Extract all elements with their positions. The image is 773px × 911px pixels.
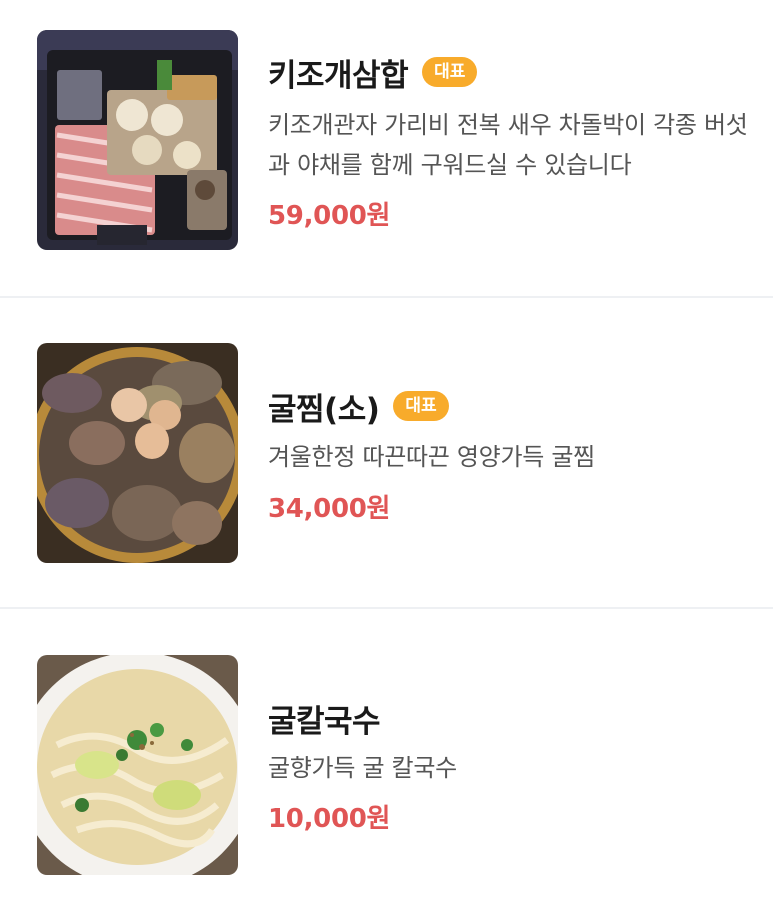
menu-item-name: 굴찜(소) [268,391,380,428]
menu-item-guljjim-small[interactable]: 굴찜(소) 대표 겨울한정 따끈따끈 영양가득 굴찜 34,000원 [0,300,773,600]
steamed-oysters-image [37,343,238,563]
menu-item-description: 굴향가득 굴 칼국수 [268,754,457,782]
title-row: 굴찜(소) 대표 [268,386,449,428]
menu-item-description: 키조개관자 가리비 전복 새우 차돌박이 각종 버섯과 야채를 함께 구워드실 … [268,111,748,179]
divider [0,607,773,609]
grilled-seafood-platter-image [37,30,238,250]
signature-badge: 대표 [422,57,478,87]
menu-item-price: 34,000원 [268,494,391,524]
menu-item-price: 59,000원 [268,201,391,231]
menu-item-photo[interactable] [37,655,238,875]
divider [0,296,773,298]
oyster-noodle-soup-image [37,655,238,875]
menu-item-photo[interactable] [37,343,238,563]
menu-item-name: 굴칼국수 [268,703,381,740]
title-row: 굴칼국수 [268,698,381,740]
menu-item-name: 키조개삼합 [268,57,409,94]
signature-badge: 대표 [393,391,449,421]
menu-item-price: 10,000원 [268,804,391,834]
menu-item-photo[interactable] [37,30,238,250]
menu-item-description: 겨울한정 따끈따끈 영양가득 굴찜 [268,443,595,471]
title-row: 키조개삼합 대표 [268,52,478,94]
menu-item-kijogae-samhap[interactable]: 키조개삼합 대표 키조개관자 가리비 전복 새우 차돌박이 각종 버섯과 야채를… [0,0,773,300]
menu-item-gul-kalguksu[interactable]: 굴칼국수 굴향가득 굴 칼국수 10,000원 [0,610,773,910]
